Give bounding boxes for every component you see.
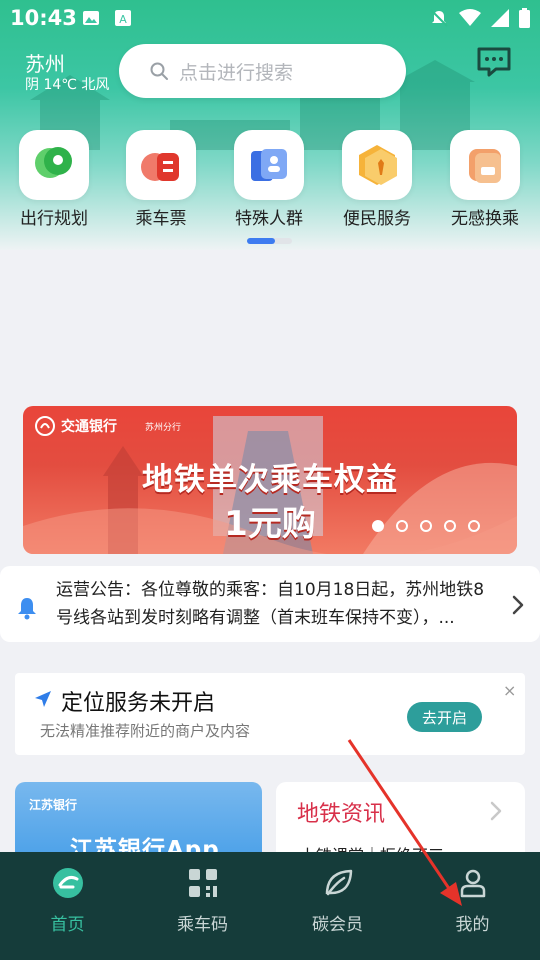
banner-dot[interactable]	[420, 520, 432, 532]
service-tickets[interactable]: 乘车票	[108, 130, 214, 229]
service-trip-planning[interactable]: 出行规划	[1, 130, 107, 229]
location-title: 定位服务未开启	[61, 691, 216, 716]
metro-news-title: 地铁资讯	[297, 802, 386, 827]
chevron-right-icon	[512, 595, 524, 615]
service-tie-icon	[359, 145, 397, 185]
services-pager-indicator	[247, 238, 275, 244]
location-arrow-icon	[35, 691, 51, 707]
nav-carbon-member[interactable]: 碳会员	[270, 852, 405, 960]
weather-info: 阴 14℃ 北风	[25, 77, 110, 93]
nav-label: 我的	[455, 915, 490, 935]
message-icon[interactable]	[476, 46, 512, 78]
banner-dot[interactable]	[444, 520, 456, 532]
bank-logo: 交通银行	[35, 416, 117, 436]
bank-logo-icon	[35, 416, 55, 436]
nav-label: 碳会员	[312, 915, 363, 935]
search-placeholder: 点击进行搜索	[179, 61, 294, 84]
service-label: 便民服务	[343, 209, 411, 229]
id-card-icon	[251, 149, 287, 181]
nav-profile[interactable]: 我的	[405, 852, 540, 960]
service-label: 特殊人群	[235, 209, 303, 229]
close-icon[interactable]: ×	[503, 681, 516, 700]
bank-ad-logo: 江苏银行	[29, 798, 78, 812]
font-app-icon: A	[115, 10, 131, 26]
wifi-icon	[459, 9, 481, 26]
nav-ride-code[interactable]: 乘车码	[135, 852, 270, 960]
nav-label: 首页	[50, 915, 85, 935]
location-subtitle: 无法精准推荐附近的商户及内容	[40, 722, 251, 740]
ticket-icon	[141, 153, 179, 181]
nav-home[interactable]: 首页	[0, 852, 135, 960]
service-label: 无感换乘	[451, 209, 519, 229]
bell-icon	[18, 598, 36, 620]
map-pin-icon	[35, 147, 72, 178]
banner-dot[interactable]	[468, 520, 480, 532]
search-icon	[150, 62, 168, 80]
bank-branch: 苏州分行	[145, 423, 182, 433]
leaf-icon	[325, 869, 352, 896]
promo-banner[interactable]: 交通银行 苏州分行 地铁单次乘车权益 1元购	[23, 406, 517, 554]
banner-dot-active[interactable]	[372, 520, 384, 532]
announcement-bar[interactable]: 运营公告：各位尊敬的乘客：自10月18日起，苏州地铁8号线各站到发时刻略有调整（…	[0, 566, 540, 642]
bottom-navigation: 首页 乘车码 碳会员 我的	[0, 852, 540, 960]
status-bar: 10:43 A	[0, 0, 540, 36]
service-special-groups[interactable]: 特殊人群	[216, 130, 322, 229]
signal-icon	[491, 9, 509, 27]
banner-dot[interactable]	[396, 520, 408, 532]
chevron-right-icon	[490, 801, 502, 821]
bank-name: 交通银行	[61, 419, 117, 435]
transfer-card-icon	[469, 149, 501, 183]
banner-title: 地铁单次乘车权益	[142, 462, 398, 498]
service-label: 出行规划	[20, 209, 88, 229]
quick-services: 出行规划 乘车票 特殊人群 便民服务 无感换乘	[0, 130, 540, 230]
bank-ad-card[interactable]: 江苏银行 江苏银行App	[15, 782, 262, 862]
enable-location-button[interactable]: 去开启	[407, 702, 482, 732]
location-service-card: 定位服务未开启 无法精准推荐附近的商户及内容 去开启 ×	[15, 673, 525, 755]
nav-label: 乘车码	[177, 915, 228, 935]
service-seamless-transfer[interactable]: 无感换乘	[432, 130, 538, 229]
battery-icon	[519, 8, 530, 28]
banner-pagination	[372, 520, 480, 532]
qr-code-icon	[188, 869, 217, 897]
service-label: 乘车票	[135, 209, 187, 229]
service-convenience[interactable]: 便民服务	[324, 130, 430, 229]
user-icon	[460, 869, 485, 898]
search-bar[interactable]: 点击进行搜索	[119, 44, 406, 98]
city-name[interactable]: 苏州	[25, 48, 65, 77]
home-logo-icon	[52, 868, 83, 898]
status-time: 10:43	[10, 6, 77, 30]
announcement-text: 运营公告：各位尊敬的乘客：自10月18日起，苏州地铁8号线各站到发时刻略有调整（…	[56, 580, 485, 628]
image-icon	[83, 11, 99, 25]
metro-news-card[interactable]: 地铁资讯 上铁课堂｜拒绝不三	[276, 782, 525, 862]
notifications-off-icon	[430, 9, 448, 27]
svg-text:A: A	[119, 13, 127, 26]
